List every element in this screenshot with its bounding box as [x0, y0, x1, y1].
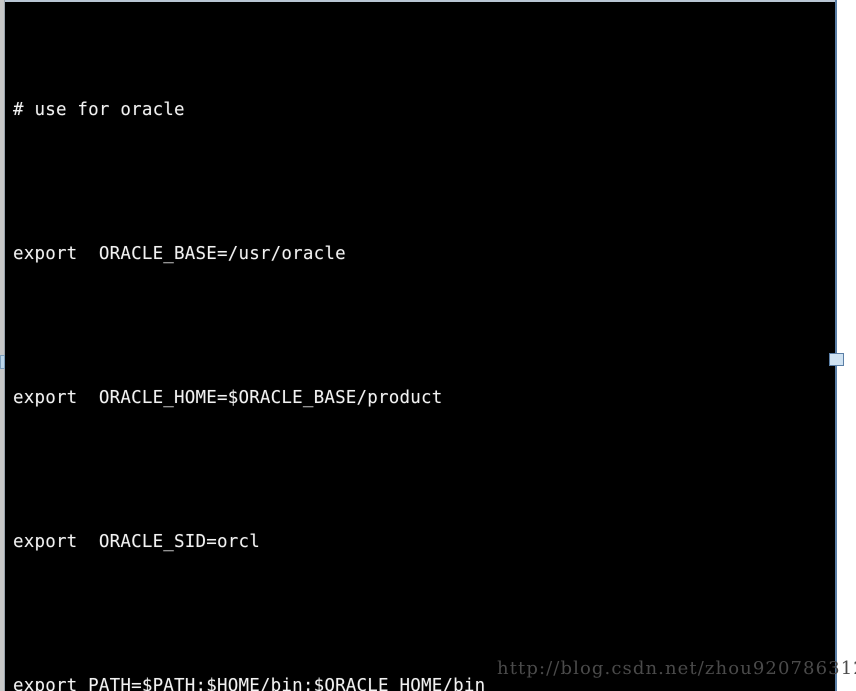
code-line: export ORACLE_BASE=/usr/oracle [13, 244, 346, 264]
split-rule-drag-handle[interactable] [829, 353, 844, 366]
screenshot-root: # use for oracle export ORACLE_BASE=/usr… [0, 0, 856, 691]
vertical-split-rule[interactable] [835, 0, 837, 691]
terminal-canvas[interactable]: # use for oracle export ORACLE_BASE=/usr… [0, 0, 836, 691]
code-line: export ORACLE_SID=orcl [13, 532, 260, 552]
shell-script-code: # use for oracle export ORACLE_BASE=/usr… [5, 0, 836, 691]
code-line: # use for oracle [13, 100, 185, 120]
right-gutter [837, 0, 856, 691]
window-left-edge [0, 0, 5, 691]
code-line: export ORACLE_HOME=$ORACLE_BASE/product [13, 388, 443, 408]
watermark-url: http://blog.csdn.net/zhou920786312 [497, 658, 856, 679]
left-edge-resize-marker[interactable] [0, 355, 5, 369]
window-top-edge [5, 0, 836, 2]
